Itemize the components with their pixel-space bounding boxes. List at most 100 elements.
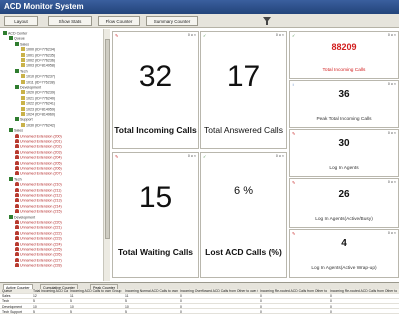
- tree-item[interactable]: Sales: [15, 41, 29, 47]
- tree-item[interactable]: Unnamed Extension (227): [15, 257, 62, 263]
- tree-item[interactable]: Unnamed Extension (225): [15, 247, 62, 252]
- flow-counter-button[interactable]: Flow Counter: [98, 16, 140, 26]
- tree-item[interactable]: ACD Center: [3, 31, 27, 36]
- tree-item[interactable]: Unnamed Extension (224): [15, 241, 62, 247]
- widget-controls[interactable]: 0 o ×: [188, 33, 196, 38]
- tree-item[interactable]: Unnamed Extension (204): [15, 155, 62, 160]
- tree-item[interactable]: Unnamed Extension (211): [15, 187, 61, 193]
- pin-icon[interactable]: ✎: [292, 180, 295, 185]
- widget-controls[interactable]: 0 o ×: [276, 154, 284, 159]
- tree-item[interactable]: Sales: [9, 128, 23, 133]
- tree-item[interactable]: Unnamed Extension (228): [15, 263, 62, 268]
- agent-tree[interactable]: ACD Center Queue Sales 1000 (ID=776234) 1001…: [0, 29, 110, 281]
- incoming-calls-widget[interactable]: ✎ 0 o × 32 Total Incoming Calls: [112, 31, 199, 149]
- show-stats-button[interactable]: Show Stats: [48, 16, 92, 26]
- tree-item[interactable]: 1011 (ID=776238): [21, 79, 55, 85]
- tree-item[interactable]: 1000 (ID=776234): [21, 47, 55, 52]
- tree-item[interactable]: Unnamed Extension (215): [15, 209, 62, 214]
- side-widget-active-busy[interactable]: ✎ 0 o × 26 Log In Agents(Active/Busy): [289, 178, 399, 228]
- table-cell: 10: [70, 304, 74, 309]
- tree-item[interactable]: 1023 (ID=814959): [21, 106, 55, 112]
- widget-controls[interactable]: 0 o ×: [388, 131, 396, 136]
- tree-item[interactable]: Unnamed Extension (205): [15, 160, 62, 166]
- tree-item[interactable]: Unnamed Extension (212): [15, 193, 62, 198]
- tree-item[interactable]: Unnamed Extension (206): [15, 166, 62, 171]
- extension-icon: [15, 155, 19, 160]
- pin-icon[interactable]: ✓: [203, 33, 206, 38]
- pin-icon[interactable]: ✎: [292, 131, 295, 136]
- pin-icon[interactable]: ✓: [292, 33, 295, 38]
- tree-item[interactable]: Unnamed Extension (201): [15, 139, 62, 144]
- tree-item[interactable]: Unnamed Extension (207): [15, 171, 62, 176]
- tree-item[interactable]: Unnamed Extension (220): [15, 220, 62, 225]
- tree-item[interactable]: Unnamed Extension (221): [15, 225, 62, 230]
- tree-item[interactable]: Development: [15, 85, 41, 90]
- table-row[interactable]: Sales 12 11 11 0 0 0: [0, 294, 399, 299]
- tree-item-label: 1020 (ID=776239): [26, 90, 56, 95]
- table-row[interactable]: Tech 5 5 5 0 0 0: [0, 299, 399, 304]
- tree-item[interactable]: Queue: [9, 36, 25, 41]
- widget-controls[interactable]: 0 o ×: [388, 33, 396, 38]
- tree-item[interactable]: Tech: [9, 176, 22, 182]
- lost-calls-widget[interactable]: ✓ 0 o × 6 % Lost ACD Calls (%): [200, 152, 287, 278]
- tree-item[interactable]: Unnamed Extension (210): [15, 182, 62, 187]
- tree-item[interactable]: Unnamed Extension (226): [15, 252, 62, 257]
- widget-controls[interactable]: 0 o ×: [276, 33, 284, 38]
- folder-icon: [9, 214, 13, 219]
- widget-controls[interactable]: 0 o ×: [388, 231, 396, 236]
- side-value: 26: [338, 189, 350, 200]
- widget-controls[interactable]: 0 o ×: [388, 180, 396, 185]
- tree-item-label: 1002 (ID=776236): [26, 58, 56, 63]
- tree-item-label: Sales: [20, 42, 29, 47]
- tree-scrollbar[interactable]: [103, 29, 110, 281]
- pin-icon[interactable]: ✎: [115, 33, 118, 38]
- side-widget-total-incoming[interactable]: ✓ 0 o × 88209 Total Incoming Calls: [289, 31, 399, 79]
- tree-item[interactable]: Unnamed Extension (213): [15, 198, 62, 203]
- tree-item[interactable]: Unnamed Extension (214): [15, 203, 62, 209]
- tree-item-label: Unnamed Extension (224): [20, 242, 62, 247]
- side-widget-log-in-agents[interactable]: ✎ 0 o × 30 Log In Agents: [289, 129, 399, 177]
- filter-icon[interactable]: [262, 16, 272, 26]
- tree-item-label: 1001 (ID=776235): [26, 53, 56, 58]
- tree-item[interactable]: 1001 (ID=776235): [21, 52, 56, 58]
- table-cell: 0: [260, 294, 262, 299]
- tree-item[interactable]: 1003 (ID=814958): [21, 63, 55, 68]
- table-cell: 0: [180, 299, 182, 304]
- tree-item[interactable]: 1021 (ID=776240): [21, 95, 55, 101]
- tree-item[interactable]: 1002 (ID=776236): [21, 58, 55, 63]
- table-cell: Development: [2, 304, 22, 309]
- widget-controls[interactable]: 0 o ×: [188, 154, 196, 159]
- folder-icon: [9, 128, 13, 133]
- side-widget-active-wrapup[interactable]: ✎ 0 o × 4 Log In Agents(Active Wrap-up): [289, 229, 399, 278]
- waiting-calls-widget[interactable]: ✎ 0 o × 15 Total Waiting Calls: [112, 152, 199, 278]
- tree-item-label: Tech: [14, 177, 22, 182]
- tree-item[interactable]: Development: [9, 214, 35, 220]
- tree-item[interactable]: Unnamed Extension (223): [15, 236, 62, 241]
- pin-icon[interactable]: ✎: [115, 154, 118, 159]
- scrollbar-thumb[interactable]: [105, 39, 110, 239]
- answered-calls-widget[interactable]: ✓ 0 o × 17 Total Answered Calls: [200, 31, 287, 149]
- tree-item[interactable]: Tech: [15, 68, 28, 74]
- tree-item[interactable]: 1030 (ID=776242): [21, 122, 55, 128]
- tree-item[interactable]: Unnamed Extension (203): [15, 149, 62, 155]
- layout-button[interactable]: Layout: [4, 16, 38, 26]
- summary-counter-button[interactable]: Summary Counter: [146, 16, 198, 26]
- pin-icon[interactable]: ✓: [203, 154, 206, 159]
- tree-item[interactable]: 1020 (ID=776239): [21, 90, 55, 95]
- tree-item[interactable]: Unnamed Extension (222): [15, 230, 62, 236]
- pin-icon[interactable]: ↕: [292, 82, 294, 87]
- tree-item[interactable]: Unnamed Extension (200): [15, 133, 62, 139]
- table-cell: 5: [125, 299, 127, 304]
- tree-item[interactable]: Unnamed Extension (202): [15, 144, 62, 149]
- table-cell: 0: [330, 304, 332, 309]
- table-row[interactable]: Tech Support 5 5 5 0 0 0: [0, 310, 399, 315]
- table-cell: Tech Support: [2, 309, 22, 314]
- tree-item[interactable]: 1010 (ID=776237): [21, 74, 55, 79]
- tree-item[interactable]: 1024 (ID=814960): [21, 112, 55, 117]
- tree-item[interactable]: 1022 (ID=776241): [21, 101, 55, 106]
- widget-controls[interactable]: 0 o ×: [388, 82, 396, 87]
- tree-item[interactable]: Support: [15, 117, 33, 122]
- pin-icon[interactable]: ✎: [292, 231, 295, 236]
- side-widget-peak-incoming[interactable]: ↕ 0 o × 36 Peak Total Incoming Calls: [289, 80, 399, 128]
- table-row[interactable]: Development 10 10 10 0 0 0: [0, 305, 399, 310]
